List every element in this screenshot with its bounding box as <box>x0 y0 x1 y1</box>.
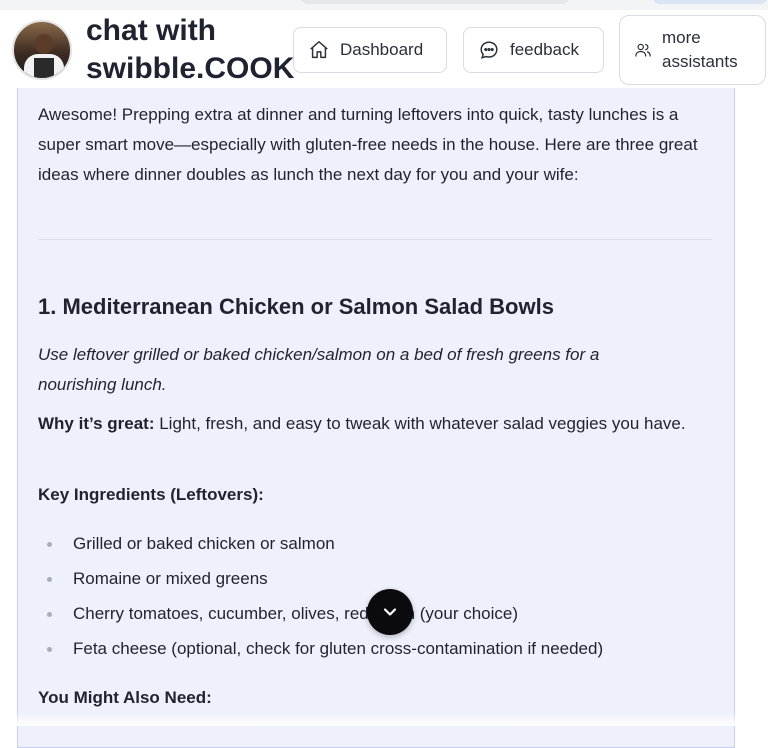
chevron-down-icon <box>383 608 397 616</box>
chat-bubble-icon <box>480 41 498 59</box>
more-assistants-button[interactable]: more assistants <box>619 15 766 85</box>
avatar-apron <box>34 58 54 78</box>
feedback-button[interactable]: feedback <box>463 27 604 73</box>
home-icon <box>310 41 328 59</box>
section-title: 1. Mediterranean Chicken or Salmon Salad… <box>38 294 554 319</box>
top-strip-pill <box>300 0 570 4</box>
avatar-face <box>35 34 53 54</box>
list-item: Feta cheese (optional, check for gluten … <box>38 634 718 669</box>
list-item: Grilled or baked chicken or salmon <box>38 529 718 564</box>
bottom-fade <box>0 712 768 726</box>
more-assistants-label: more assistants <box>662 28 738 71</box>
section-divider <box>38 239 712 240</box>
dashboard-button-label: Dashboard <box>340 40 424 59</box>
users-icon <box>635 43 651 57</box>
message-intro: Awesome! Prepping extra at dinner and tu… <box>38 105 698 184</box>
avatar <box>12 20 72 80</box>
feedback-button-label: feedback <box>510 40 579 59</box>
why-great-paragraph: Why it’s great: Light, fresh, and easy t… <box>38 409 698 439</box>
top-strip-pill-accent <box>652 0 768 4</box>
browser-top-strip <box>0 0 768 10</box>
section-subtitle: Use leftover grilled or baked chicken/sa… <box>38 345 600 394</box>
key-ingredients-heading: Key Ingredients (Leftovers): <box>38 485 264 504</box>
app-header: chat with swibble.COOK Dashboard feedbac… <box>0 10 768 90</box>
why-text: Light, fresh, and easy to tweak with wha… <box>154 414 686 433</box>
scroll-to-bottom-button[interactable] <box>367 589 413 635</box>
dashboard-button[interactable]: Dashboard <box>293 27 447 73</box>
page-title: chat with swibble.COOK <box>86 14 295 85</box>
why-label: Why it’s great: <box>38 414 155 433</box>
also-need-heading: You Might Also Need: <box>38 688 212 707</box>
